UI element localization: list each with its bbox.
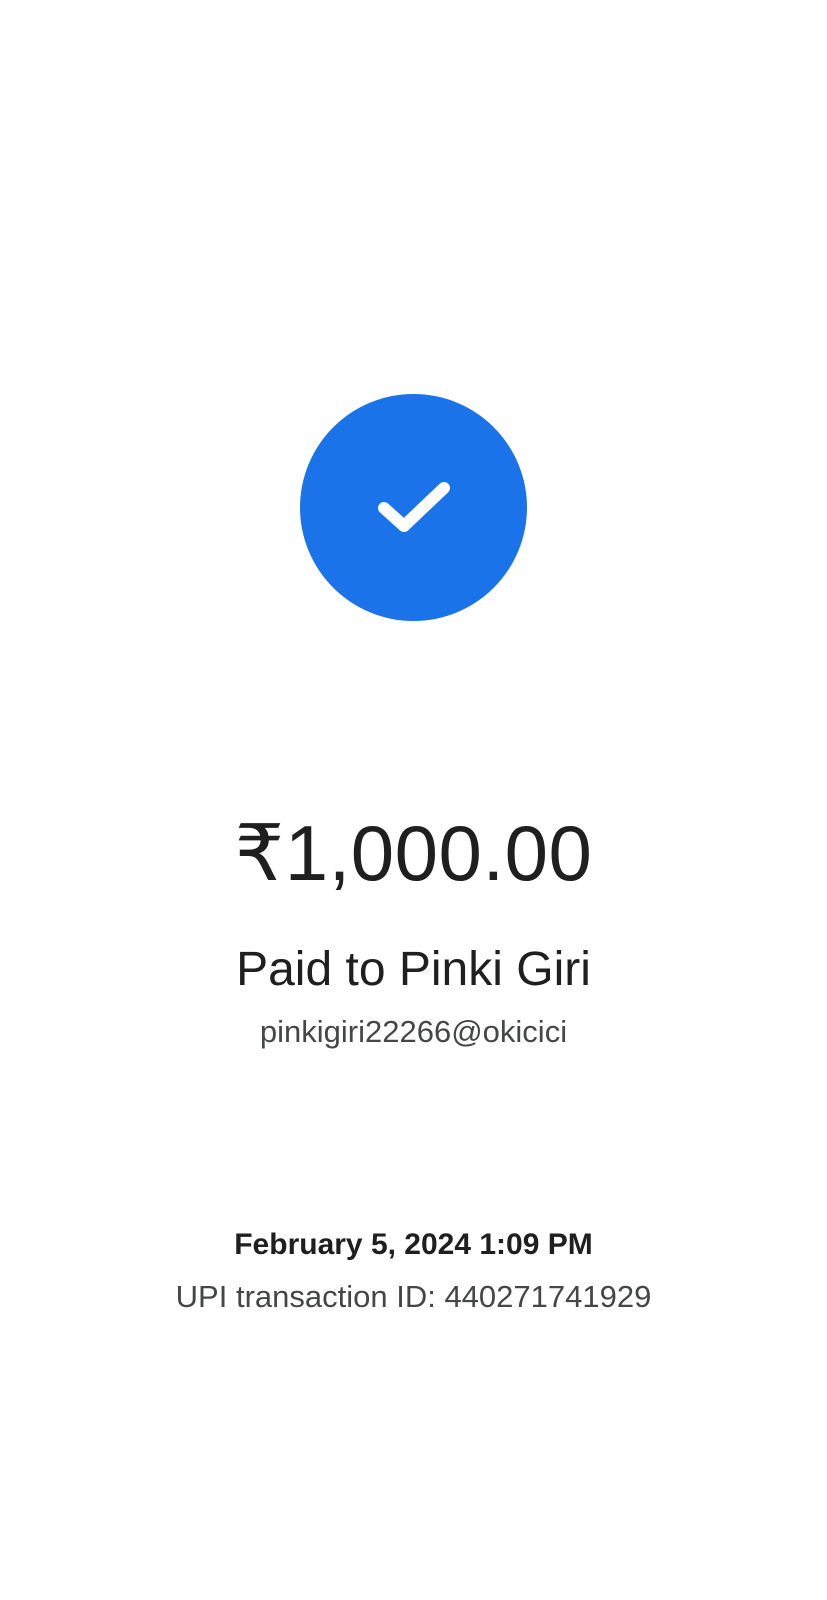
checkmark-icon [377, 481, 450, 532]
payment-success-screen: ₹1,000.00 Paid to Pinki Giri pinkigiri22… [0, 0, 827, 1600]
check-circle-icon [300, 394, 527, 621]
payee-upi-id: pinkigiri22266@okicici [259, 1014, 568, 1049]
upi-transaction-id: UPI transaction ID: 440271741929 [175, 1279, 652, 1314]
transaction-datetime: February 5, 2024 1:09 PM [234, 1228, 593, 1261]
checkmark-stroke [377, 481, 450, 532]
payee-name: Paid to Pinki Giri [236, 943, 591, 996]
payment-amount: ₹1,000.00 [234, 809, 593, 897]
